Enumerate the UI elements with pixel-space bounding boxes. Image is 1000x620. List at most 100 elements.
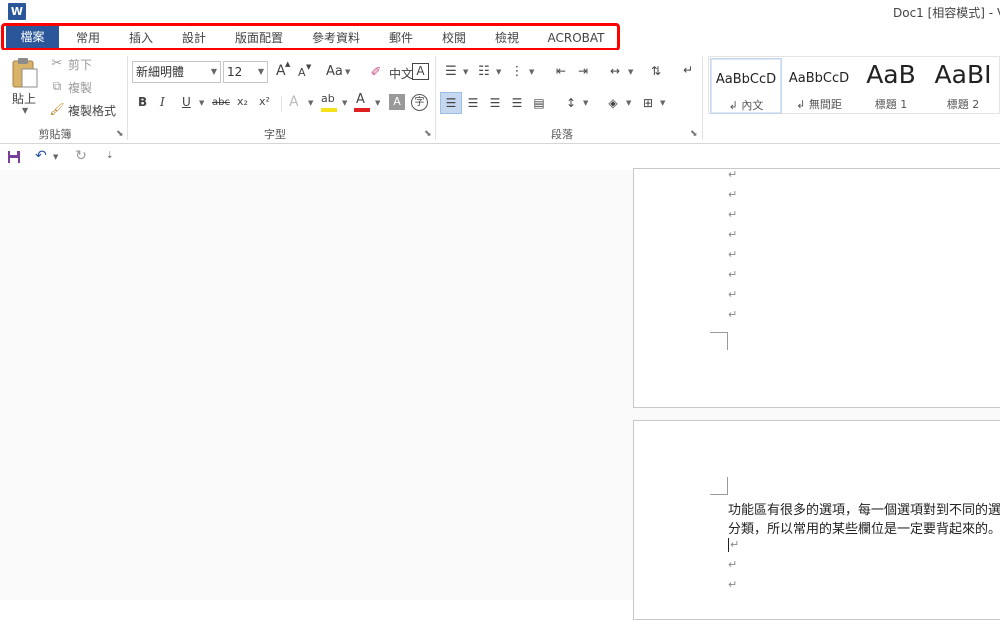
save-icon[interactable] — [6, 149, 21, 164]
highlight-button[interactable]: ab — [321, 92, 335, 105]
underline-dropdown-icon[interactable]: ▼ — [199, 99, 204, 107]
shading-dropdown-icon[interactable]: ▼ — [626, 99, 631, 107]
highlight-dropdown-icon[interactable]: ▼ — [342, 99, 347, 107]
borders-dropdown-icon[interactable]: ▼ — [660, 99, 665, 107]
tab-mailings[interactable]: 郵件 — [381, 28, 421, 48]
borders-icon[interactable]: ⊞ — [639, 94, 657, 112]
font-name-dropdown-icon[interactable]: ▼ — [211, 62, 217, 82]
paste-icon[interactable] — [8, 56, 42, 90]
distributed-icon[interactable]: ▤ — [530, 94, 548, 112]
copy-icon[interactable]: ⧉ — [49, 78, 65, 94]
change-case-button[interactable]: Aa — [326, 64, 343, 79]
margin-corner-mark — [710, 477, 728, 495]
clear-formatting-icon[interactable]: ✐ — [368, 63, 384, 81]
phonetic-guide-button[interactable]: 中文 — [389, 65, 413, 82]
increase-indent-icon[interactable]: ⇥ — [574, 63, 592, 79]
window-title: Doc1 [相容模式] - V — [893, 6, 1000, 20]
asian-layout-icon[interactable]: ↔ — [606, 63, 624, 79]
character-shading-button[interactable]: A — [389, 94, 405, 110]
paste-dropdown-icon[interactable]: ▼ — [22, 106, 28, 115]
show-marks-icon[interactable]: ↵ — [680, 61, 696, 79]
style-heading-2[interactable]: AaBI 標題 2 — [927, 58, 999, 114]
tab-acrobat[interactable]: ACROBAT — [540, 28, 612, 48]
redo-icon[interactable]: ↻ — [73, 148, 89, 164]
underline-button[interactable]: U — [182, 95, 191, 109]
style-heading-1[interactable]: AaB 標題 1 — [855, 58, 927, 114]
subscript-button[interactable]: x₂ — [237, 95, 248, 108]
paragraph-group-label: 段落 — [551, 128, 573, 141]
font-launcher-icon[interactable]: ⬊ — [424, 129, 432, 139]
cut-button[interactable]: 剪下 — [68, 56, 92, 73]
style-sample: AaB — [866, 60, 916, 89]
justify-icon[interactable]: ☰ — [508, 94, 526, 112]
paragraph-mark: ↵ — [728, 578, 738, 591]
shrink-font-arrow-icon: ▼ — [306, 63, 312, 71]
clipboard-launcher-icon[interactable]: ⬊ — [116, 129, 124, 139]
bullets-dropdown-icon[interactable]: ▼ — [463, 68, 468, 76]
format-painter-icon[interactable]: 🖌 — [49, 101, 65, 117]
style-sample: AaBI — [934, 60, 992, 89]
bold-button[interactable]: B — [138, 95, 147, 109]
text-effects-dropdown-icon[interactable]: ▼ — [308, 99, 313, 107]
multilevel-dropdown-icon[interactable]: ▼ — [529, 68, 534, 76]
font-color-button[interactable]: A — [356, 92, 365, 107]
align-right-icon[interactable]: ☰ — [486, 94, 504, 112]
word-app-icon[interactable]: W — [8, 3, 26, 20]
decrease-indent-icon[interactable]: ⇤ — [552, 63, 570, 79]
paragraph-mark: ↵ — [728, 228, 738, 241]
tab-insert[interactable]: 插入 — [121, 28, 161, 48]
document-text-line[interactable]: 分類，所以常用的某些欄位是一定要背起來的。↵ — [728, 518, 1000, 537]
bullets-icon[interactable]: ☰ — [443, 63, 459, 79]
numbering-dropdown-icon[interactable]: ▼ — [496, 68, 501, 76]
line-spacing-icon[interactable]: ↕ — [562, 94, 580, 112]
shading-icon[interactable]: ◈ — [604, 94, 622, 112]
tab-layout[interactable]: 版面配置 — [228, 28, 290, 48]
style-name: 標題 1 — [874, 98, 908, 111]
customize-qat-icon[interactable]: ⇣ — [106, 151, 114, 161]
superscript-button[interactable]: x² — [259, 95, 270, 108]
paragraph-launcher-icon[interactable]: ⬊ — [690, 129, 698, 139]
tab-review[interactable]: 校閱 — [434, 28, 474, 48]
tab-home[interactable]: 常用 — [68, 28, 108, 48]
undo-dropdown-icon[interactable]: ▼ — [53, 153, 58, 161]
asian-layout-dropdown-icon[interactable]: ▼ — [628, 68, 633, 76]
font-size-dropdown-icon[interactable]: ▼ — [258, 62, 264, 82]
shrink-font-button[interactable]: A — [298, 66, 306, 79]
paragraph-mark: ↵ — [728, 248, 738, 261]
italic-button[interactable]: I — [160, 95, 165, 109]
strikethrough-button[interactable]: abc — [212, 97, 230, 108]
tab-references[interactable]: 參考資料 — [304, 28, 368, 48]
style-name: ↲ 無間距 — [796, 98, 842, 111]
text-effects-button[interactable]: A — [289, 94, 299, 110]
document-text-line[interactable]: 功能區有很多的選項，每一個選項對到不同的選項 — [728, 499, 1000, 518]
align-center-icon[interactable]: ☰ — [464, 94, 482, 112]
change-case-dropdown-icon[interactable]: ▼ — [345, 68, 350, 76]
line-spacing-dropdown-icon[interactable]: ▼ — [583, 99, 588, 107]
enclose-characters-button[interactable]: 字 — [411, 94, 428, 111]
group-divider — [127, 56, 128, 140]
document-page[interactable] — [633, 168, 1000, 408]
highlight-color-bar — [321, 108, 337, 112]
font-size-combo[interactable]: 12 ▼ — [223, 61, 268, 83]
tab-design[interactable]: 設計 — [174, 28, 214, 48]
tab-file[interactable]: 檔案 — [6, 26, 59, 48]
format-painter-button[interactable]: 複製格式 — [68, 102, 116, 119]
font-group-label: 字型 — [264, 128, 286, 141]
ribbon-tab-row: 檔案 常用 插入 設計 版面配置 參考資料 郵件 校閱 檢視 ACROBAT — [0, 24, 1000, 50]
font-name-combo[interactable]: 新細明體 ▼ — [132, 61, 221, 83]
copy-button[interactable]: 複製 — [68, 79, 92, 96]
style-no-spacing[interactable]: AaBbCcD ↲ 無間距 — [783, 58, 855, 114]
align-left-icon[interactable]: ☰ — [440, 92, 462, 114]
numbering-icon[interactable]: ☷ — [476, 63, 492, 79]
sort-icon[interactable]: ⇅ — [647, 61, 665, 81]
character-border-button[interactable]: A — [412, 63, 429, 80]
margin-corner-mark — [710, 332, 728, 350]
paragraph-mark: ↵ — [728, 208, 738, 221]
style-normal[interactable]: AaBbCcD ↲ 內文 — [710, 58, 782, 114]
multilevel-list-icon[interactable]: ⋮ — [509, 63, 525, 79]
scissors-icon[interactable]: ✂ — [49, 55, 65, 71]
tab-view[interactable]: 檢視 — [487, 28, 527, 48]
undo-icon[interactable]: ↶ — [33, 148, 49, 164]
font-color-dropdown-icon[interactable]: ▼ — [375, 99, 380, 107]
paste-button[interactable]: 貼上 — [12, 90, 36, 107]
